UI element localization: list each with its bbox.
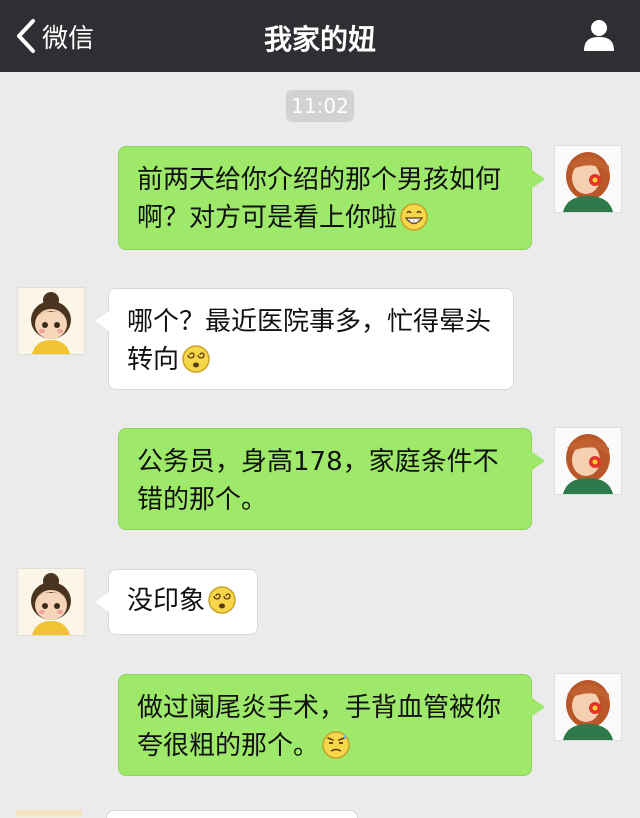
girl-avatar-icon bbox=[18, 288, 84, 354]
contact-avatar[interactable] bbox=[17, 568, 85, 636]
person-icon[interactable] bbox=[582, 18, 616, 52]
message-bubble-sent[interactable]: 做过阑尾炎手术，手背血管被你夸很粗的那个。 bbox=[118, 674, 545, 776]
message-bubble-sent[interactable]: 公务员，身高178，家庭条件不错的那个。 bbox=[118, 428, 545, 530]
message-text: 没印象 bbox=[127, 586, 206, 616]
dizzy-face-icon bbox=[182, 345, 210, 373]
message-text: 公务员，身高178，家庭条件不错的那个。 bbox=[137, 447, 499, 515]
dizzy-face-icon bbox=[208, 586, 236, 614]
girl-avatar-icon bbox=[555, 428, 621, 494]
girl-avatar-icon bbox=[18, 569, 84, 635]
my-avatar[interactable] bbox=[554, 145, 622, 213]
message-bubble-received[interactable]: 没印象 bbox=[95, 569, 258, 635]
girl-avatar-icon bbox=[555, 146, 621, 212]
message-bubble-received[interactable]: 哪个？最近医院事多，忙得晕头转向 bbox=[95, 288, 514, 390]
message-text: 前两天给你介绍的那个男孩如何啊？对方可是看上你啦 bbox=[137, 165, 502, 233]
top-navigation-bar: 微信 我家的妞 bbox=[0, 0, 640, 72]
message-bubble-sent[interactable]: 前两天给你介绍的那个男孩如何啊？对方可是看上你啦 bbox=[118, 146, 545, 250]
grinning-face-icon bbox=[400, 203, 428, 231]
contact-avatar[interactable] bbox=[16, 810, 82, 817]
message-text: 做过阑尾炎手术，手背血管被你夸很粗的那个。 bbox=[137, 693, 502, 761]
message-timestamp: 11:02 bbox=[286, 90, 354, 122]
chat-title: 我家的妞 bbox=[263, 23, 376, 56]
girl-avatar-icon bbox=[555, 674, 621, 740]
unamused-face-icon bbox=[322, 731, 350, 759]
my-avatar[interactable] bbox=[554, 673, 622, 741]
my-avatar[interactable] bbox=[554, 427, 622, 495]
contact-avatar[interactable] bbox=[17, 287, 85, 355]
